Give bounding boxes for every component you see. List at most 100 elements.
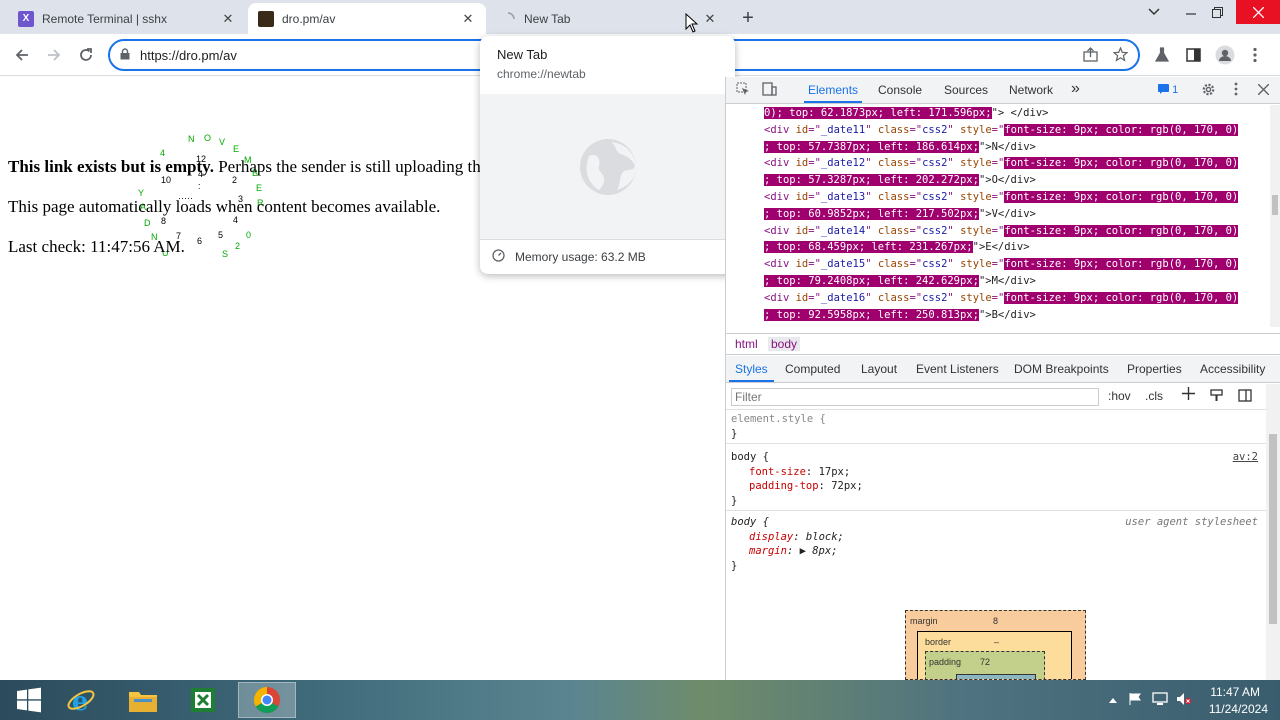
- subtab-event-listeners[interactable]: Event Listeners: [916, 362, 999, 376]
- tab-dro-pm[interactable]: dro.pm/av ✕: [248, 3, 486, 34]
- dom-scroll-thumb[interactable]: [1272, 195, 1278, 215]
- toggle-sidebar-icon[interactable]: [1238, 389, 1252, 405]
- dom-node-line[interactable]: <div id="_date15" class="css2" style="fo…: [764, 258, 1239, 271]
- tab-strip: X Remote Terminal | sshx ✕ dro.pm/av ✕ N…: [0, 0, 1280, 34]
- browser-menu-icon[interactable]: [1242, 42, 1268, 68]
- subtab-computed[interactable]: Computed: [785, 362, 840, 376]
- tab-title: dro.pm/av: [282, 11, 336, 26]
- style-property[interactable]: font-size: 17px;: [749, 466, 850, 478]
- show-hidden-icons-icon[interactable]: [1108, 692, 1118, 707]
- clock-glyph: V: [219, 137, 226, 147]
- dom-node-line[interactable]: <div id="_date16" class="css2" style="fo…: [764, 291, 1239, 304]
- prop-value: block;: [805, 531, 844, 543]
- style-property[interactable]: margin: ▶ 8px;: [749, 545, 838, 557]
- excel-icon[interactable]: [174, 682, 232, 718]
- forward-button[interactable]: [41, 42, 67, 68]
- new-tab-button[interactable]: +: [736, 6, 760, 30]
- rule1-source-link[interactable]: av:2: [1233, 451, 1258, 463]
- tab-sources[interactable]: Sources: [944, 83, 988, 97]
- tab-search-icon[interactable]: [1137, 0, 1171, 24]
- close-tab-icon[interactable]: ✕: [220, 11, 236, 27]
- window-close-icon[interactable]: [1236, 0, 1280, 24]
- styles-scroll-thumb[interactable]: [1269, 434, 1277, 624]
- profile-avatar-icon[interactable]: [1212, 42, 1238, 68]
- style-property[interactable]: display: block;: [749, 531, 844, 543]
- tab-title: Remote Terminal | sshx: [42, 11, 167, 26]
- tab-elements[interactable]: Elements: [808, 83, 858, 97]
- action-center-flag-icon[interactable]: [1128, 692, 1142, 709]
- styles-filter-input[interactable]: [731, 388, 1099, 406]
- tab-network[interactable]: Network: [1009, 83, 1053, 97]
- lock-icon[interactable]: [120, 47, 130, 63]
- close-tab-icon[interactable]: ✕: [460, 11, 476, 27]
- labs-flask-icon[interactable]: [1149, 42, 1175, 68]
- taskbar-clock-date[interactable]: 11/24/2024: [1209, 702, 1268, 716]
- dom-node-line[interactable]: <div id="_date14" class="css2" style="fo…: [764, 224, 1239, 237]
- dom-node-line[interactable]: ; top: 57.3287px; left: 202.272px;">O</d…: [764, 174, 1036, 187]
- prop-value: 72px;: [831, 480, 863, 492]
- tab-hover-card: New Tab chrome://newtab Memory usage: 63…: [480, 36, 735, 274]
- more-tabs-icon[interactable]: »: [1071, 80, 1080, 98]
- rule1-selector[interactable]: body {: [731, 451, 769, 463]
- side-panel-icon[interactable]: [1180, 42, 1206, 68]
- dom-node-line[interactable]: <div id="_date12" class="css2" style="fo…: [764, 157, 1239, 170]
- subtab-styles[interactable]: Styles: [735, 362, 768, 376]
- autoload-message: This page automatically loads when conte…: [8, 197, 441, 216]
- element-style-selector[interactable]: element.style {: [731, 413, 826, 425]
- clock-glyph: 0: [246, 230, 252, 240]
- new-style-rule-icon[interactable]: [1182, 387, 1195, 405]
- start-icon[interactable]: [0, 682, 58, 718]
- network-icon[interactable]: [1152, 692, 1168, 709]
- dom-node-line[interactable]: ; top: 92.5958px; left: 250.813px;">B</d…: [764, 308, 1036, 321]
- crumb-html[interactable]: html: [732, 337, 761, 351]
- internet-explorer-icon[interactable]: e: [52, 682, 110, 718]
- share-icon[interactable]: [1083, 47, 1098, 65]
- devtools-close-icon[interactable]: [1257, 82, 1270, 98]
- dom-node-line[interactable]: ; top: 60.9852px; left: 217.502px;">V</d…: [764, 207, 1036, 220]
- clock-glyph: :: [198, 181, 201, 191]
- rule2-selector[interactable]: body {: [731, 516, 769, 528]
- bm-padding-value[interactable]: 72: [980, 657, 990, 667]
- clock-glyph: E: [256, 183, 263, 193]
- subtab-dom-breakpoints[interactable]: DOM Breakpoints: [1014, 362, 1109, 376]
- hover-state-toggle[interactable]: :hov: [1108, 389, 1131, 403]
- subtab-properties[interactable]: Properties: [1127, 362, 1182, 376]
- back-button[interactable]: [9, 42, 35, 68]
- tab-console[interactable]: Console: [878, 83, 922, 97]
- dom-node-line[interactable]: <div id="_date11" class="css2" style="fo…: [764, 123, 1239, 136]
- close-tab-icon[interactable]: ✕: [702, 11, 718, 27]
- devtools-menu-icon[interactable]: [1234, 82, 1238, 99]
- tab-remote-terminal[interactable]: X Remote Terminal | sshx ✕: [8, 3, 246, 34]
- taskbar-clock-time[interactable]: 11:47 AM: [1210, 685, 1260, 699]
- subtab-accessibility[interactable]: Accessibility: [1200, 362, 1265, 376]
- styles-scrollbar[interactable]: [1266, 384, 1280, 680]
- clock-glyph: 6: [197, 236, 203, 246]
- issues-count: 1: [1172, 84, 1179, 96]
- issues-badge[interactable]: 1: [1158, 84, 1178, 96]
- chrome-icon[interactable]: [238, 682, 296, 718]
- subtab-layout[interactable]: Layout: [861, 362, 897, 376]
- dom-node-line[interactable]: 0); top: 62.1873px; left: 171.596px;"> <…: [764, 107, 1048, 119]
- bookmark-star-icon[interactable]: [1112, 46, 1129, 65]
- class-toggle[interactable]: .cls: [1145, 389, 1163, 403]
- dom-node-line[interactable]: ; top: 57.7387px; left: 186.614px;">N</d…: [764, 140, 1036, 153]
- crumb-body[interactable]: body: [768, 337, 801, 351]
- reload-button[interactable]: [73, 42, 99, 68]
- volume-muted-icon[interactable]: [1176, 692, 1192, 709]
- settings-gear-icon[interactable]: [1201, 82, 1216, 100]
- dom-node-line[interactable]: ; top: 68.459px; left: 231.267px;">E</di…: [764, 241, 1030, 254]
- device-toolbar-icon[interactable]: [762, 82, 777, 99]
- dom-node-line[interactable]: <div id="_date13" class="css2" style="fo…: [764, 191, 1239, 203]
- style-property[interactable]: padding-top: 72px;: [749, 480, 863, 492]
- dom-node-line[interactable]: ; top: 79.2408px; left: 242.629px;">M</d…: [764, 275, 1036, 287]
- dom-tree[interactable]: 0); top: 62.1873px; left: 171.596px;"> <…: [726, 105, 1271, 327]
- sshx-icon: X: [18, 10, 34, 27]
- paint-roller-icon[interactable]: [1210, 389, 1223, 405]
- file-explorer-icon[interactable]: [114, 682, 172, 718]
- inspect-element-icon[interactable]: [736, 82, 750, 99]
- bm-margin-value[interactable]: 8: [993, 616, 998, 626]
- restore-icon[interactable]: [1200, 0, 1234, 24]
- dom-tree-scrollbar[interactable]: [1270, 105, 1280, 327]
- bm-border-value[interactable]: –: [994, 637, 999, 647]
- clock-glyph: E: [233, 144, 240, 154]
